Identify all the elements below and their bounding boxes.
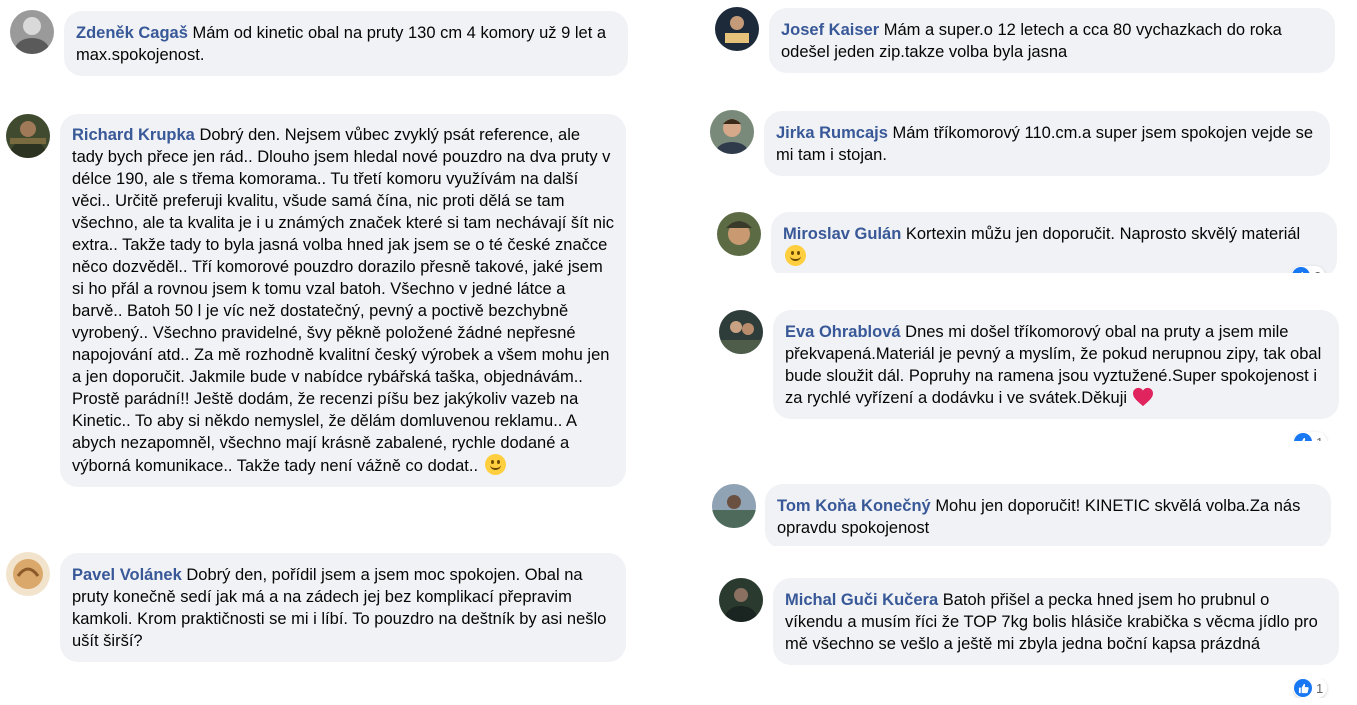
avatar[interactable]	[715, 7, 759, 51]
reaction-summary[interactable]: 2	[1291, 266, 1326, 274]
reaction-clip: 2	[1291, 262, 1337, 273]
comment-bubble: Richard Krupka Dobrý den. Nejsem vůbec z…	[60, 114, 626, 487]
smile-emoji-icon	[484, 454, 506, 475]
reaction-count: 1	[1316, 435, 1323, 442]
avatar[interactable]	[10, 10, 54, 54]
comment-author[interactable]: Josef Kaiser	[781, 21, 879, 39]
comment-bubble-clip: Eva Ohrablová Dnes mi došel tříkomorový …	[773, 310, 1343, 441]
avatar[interactable]	[719, 310, 763, 354]
comment-bubble: Zdeněk Cagaš Mám od kinetic obal na prut…	[64, 11, 628, 76]
comment-bubble-clip: Miroslav Gulán Kortexin můžu jen doporuč…	[771, 212, 1341, 273]
comment-author[interactable]: Jirka Rumcajs	[776, 124, 888, 142]
reaction-summary[interactable]: 1	[1293, 432, 1328, 442]
comment-text: Dobrý den. Nejsem vůbec zvyklý psát refe…	[72, 126, 615, 475]
reaction-count: 1	[1316, 680, 1324, 696]
comment-author[interactable]: Michal Guči Kučera	[785, 591, 938, 609]
comment-bubble-clip: Tom Koňa Konečný Mohu jen doporučit! KIN…	[765, 484, 1335, 546]
avatar[interactable]	[717, 212, 761, 256]
comment-bubble: Josef Kaiser Mám a super.o 12 letech a c…	[769, 8, 1335, 73]
wink-emoji-icon	[785, 245, 806, 266]
comment-author[interactable]: Tom Koňa Konečný	[777, 497, 931, 515]
heart-emoji-icon	[1132, 387, 1153, 407]
comment-bubble: Jirka Rumcajs Mám tříkomorový 110.cm.a s…	[764, 111, 1330, 176]
comment-bubble-clip: Michal Guči Kučera Batoh přišel a pecka …	[773, 578, 1343, 696]
comment-author[interactable]: Miroslav Gulán	[783, 225, 901, 243]
comment-text: Kortexin můžu jen doporučit. Naprosto sk…	[905, 225, 1301, 243]
avatar[interactable]	[6, 114, 50, 158]
reaction-summary[interactable]: 1	[1293, 678, 1328, 698]
comment-bubble: Michal Guči Kučera Batoh přišel a pecka …	[773, 578, 1339, 665]
avatar[interactable]	[710, 110, 754, 154]
comment-bubble: Pavel Volánek Dobrý den, pořídil jsem a …	[60, 553, 626, 662]
avatar[interactable]	[6, 552, 50, 596]
comment-bubble: Miroslav Gulán Kortexin můžu jen doporuč…	[771, 212, 1337, 273]
reaction-count: 2	[1314, 269, 1321, 274]
comment-bubble-clip: Richard Krupka Dobrý den. Nejsem vůbec z…	[60, 114, 632, 526]
comment-author[interactable]: Richard Krupka	[72, 126, 195, 144]
reaction-clip: 1	[1293, 678, 1339, 698]
like-icon	[1292, 267, 1310, 273]
reaction-clip: 1	[1293, 430, 1339, 441]
comment-author[interactable]: Pavel Volánek	[72, 566, 182, 584]
avatar[interactable]	[719, 578, 763, 622]
comment-bubble: Tom Koňa Konečný Mohu jen doporučit! KIN…	[765, 484, 1331, 546]
avatar[interactable]	[712, 484, 756, 528]
comment-author[interactable]: Eva Ohrablová	[785, 323, 901, 341]
comment-bubble: Eva Ohrablová Dnes mi došel tříkomorový …	[773, 310, 1339, 419]
comment-author[interactable]: Zdeněk Cagaš	[76, 24, 188, 42]
like-icon	[1294, 679, 1312, 697]
like-icon	[1294, 433, 1312, 441]
